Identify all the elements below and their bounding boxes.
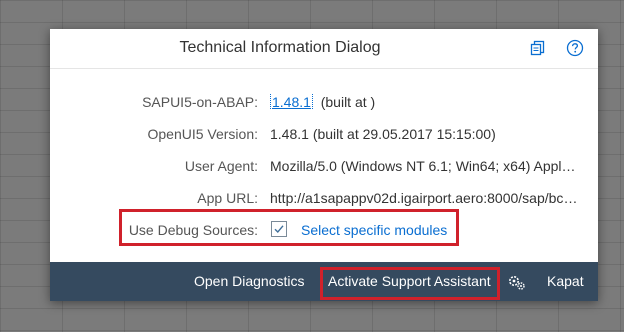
close-button[interactable]: Kapat (547, 273, 584, 289)
appurl-row: App URL: http://a1sapappv02d.igairport.a… (50, 187, 598, 209)
sapui5-built: (built at ) (320, 94, 376, 110)
copy-icon[interactable] (529, 39, 547, 57)
sapui5-version-link[interactable]: 1.48.1 (270, 94, 313, 110)
activate-support-assistant-button[interactable]: Activate Support Assistant (328, 273, 491, 289)
help-icon[interactable] (566, 39, 584, 57)
appurl-label: App URL: (197, 190, 258, 206)
dialog-header: Technical Information Dialog (50, 29, 598, 69)
useragent-row: User Agent: Mozilla/5.0 (Windows NT 6.1;… (50, 155, 598, 177)
dialog-title: Technical Information Dialog (179, 39, 381, 56)
gear-icon[interactable] (507, 272, 527, 292)
sapui5-label: SAPUI5-on-ABAP: (142, 94, 258, 110)
select-specific-modules-link[interactable]: Select specific modules (301, 222, 447, 238)
debug-row: Use Debug Sources: Select specific modul… (50, 219, 598, 241)
useragent-label: User Agent: (184, 158, 258, 174)
openui5-label: OpenUI5 Version: (147, 126, 258, 142)
openui5-row: OpenUI5 Version: 1.48.1 (built at 29.05.… (50, 123, 598, 145)
sapui5-value: 1.48.1 (built at ) (270, 94, 578, 110)
debug-sources-checkbox[interactable] (271, 221, 287, 237)
open-diagnostics-button[interactable]: Open Diagnostics (194, 273, 305, 289)
sapui5-row: SAPUI5-on-ABAP: 1.48.1 (built at ) (50, 91, 598, 113)
debug-label: Use Debug Sources: (128, 222, 258, 238)
appurl-value: http://a1sapappv02d.igairport.aero:8000/… (270, 190, 578, 206)
useragent-value: Mozilla/5.0 (Windows NT 6.1; Win64; x64)… (270, 158, 578, 174)
technical-info-dialog: Technical Information Dialog SAPUI5-on-A… (50, 29, 598, 301)
check-icon (274, 225, 284, 234)
dialog-footer: Open Diagnostics Activate Support Assist… (50, 262, 598, 301)
openui5-value: 1.48.1 (built at 29.05.2017 15:15:00) (270, 126, 496, 142)
